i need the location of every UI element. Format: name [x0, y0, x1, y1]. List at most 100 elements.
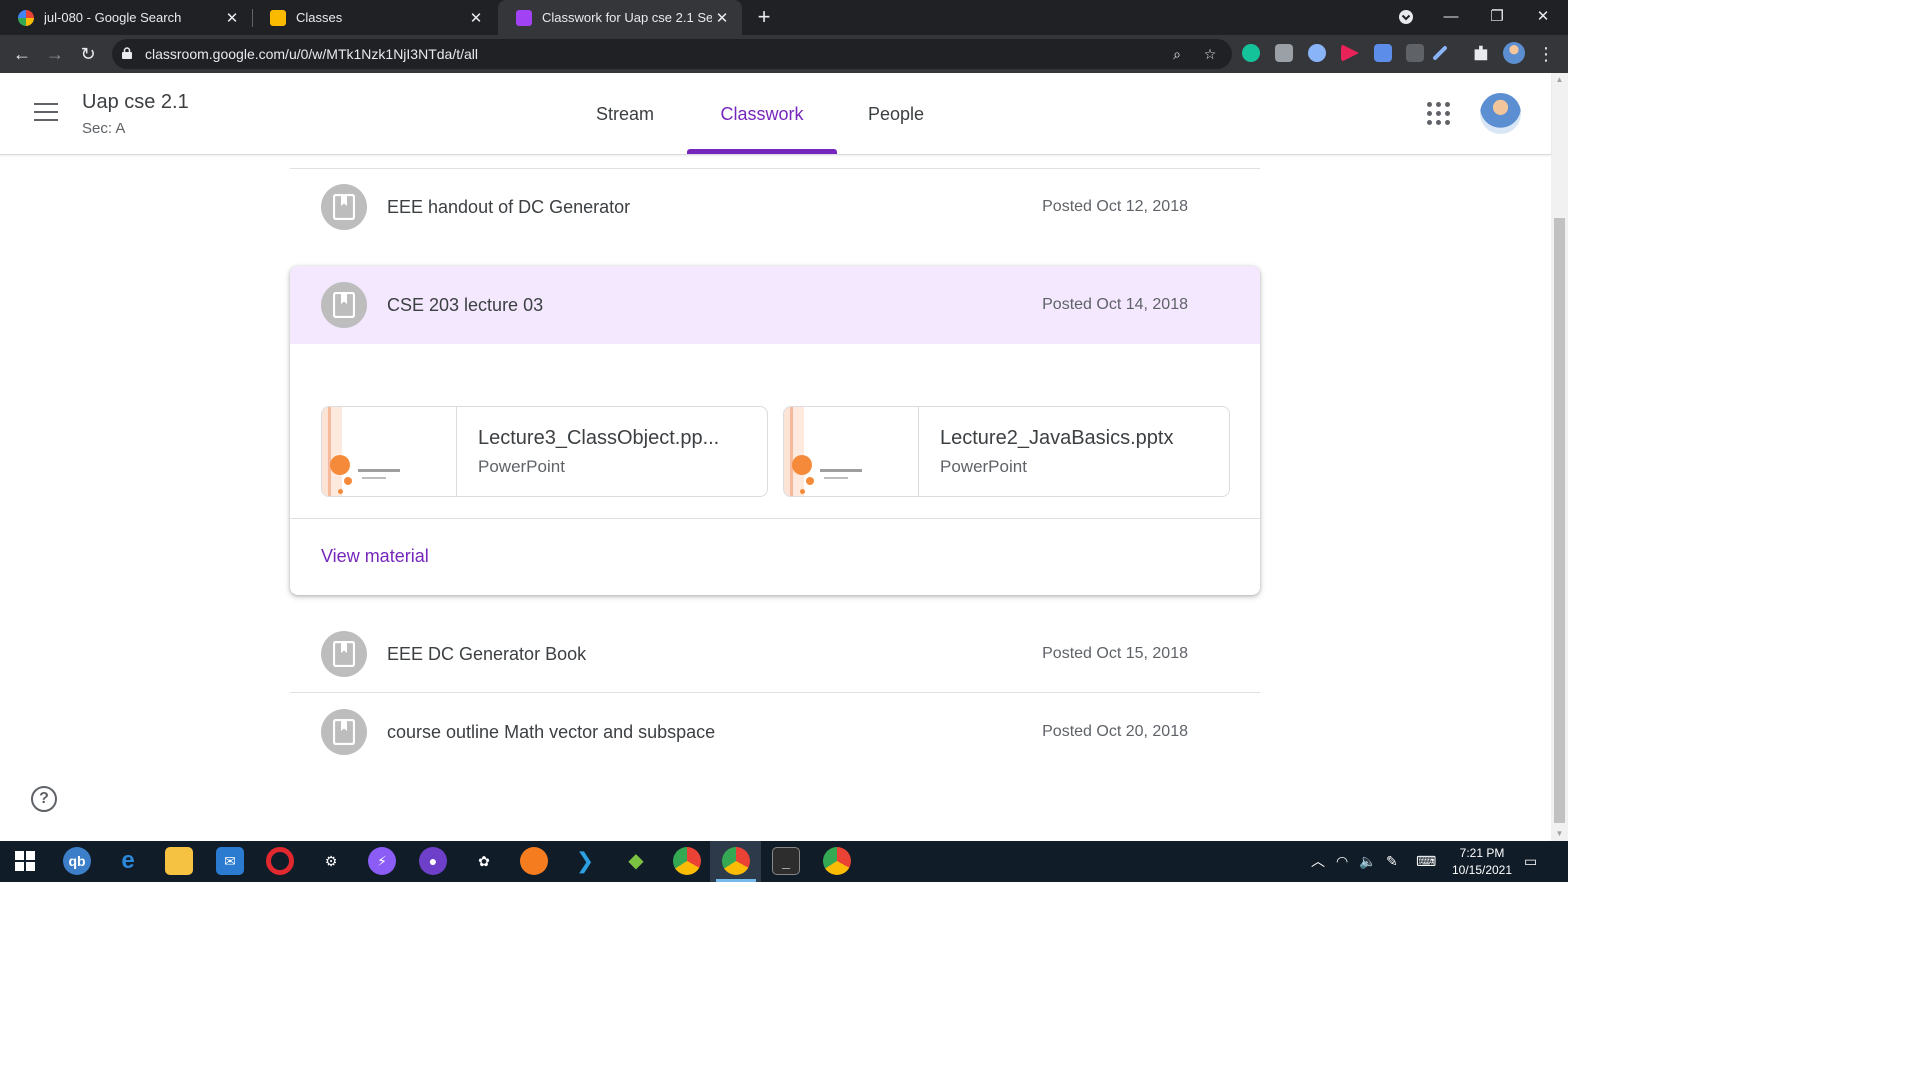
help-icon[interactable]: ? — [31, 786, 57, 812]
new-tab-button[interactable]: + — [752, 3, 776, 31]
classroom-header: Uap cse 2.1 Sec: A Stream Classwork Peop… — [0, 73, 1551, 155]
file-explorer-icon[interactable] — [165, 847, 193, 875]
posted-date: Posted Oct 12, 2018 — [1042, 198, 1188, 215]
firefox-icon[interactable] — [520, 847, 548, 875]
posted-date: Posted Oct 15, 2018 — [1042, 645, 1188, 662]
view-material-link[interactable]: View material — [321, 546, 429, 567]
active-tab-indicator — [687, 149, 837, 154]
posted-date: Posted Oct 20, 2018 — [1042, 723, 1188, 740]
material-title: EEE handout of DC Generator — [387, 197, 631, 217]
expanded-material-card: CSE 203 lecture 03 Posted Oct 14, 2018 L… — [290, 266, 1260, 595]
chrome-icon[interactable] — [673, 847, 701, 875]
material-icon — [321, 184, 367, 230]
reload-icon[interactable]: ↻ — [74, 40, 102, 68]
browser-tab-google-search[interactable]: jul-080 - Google Search ✕ — [0, 0, 252, 35]
qbittorrent-icon[interactable]: qb — [63, 847, 91, 875]
profile-avatar[interactable] — [1503, 42, 1525, 64]
page-scrollbar[interactable]: ▲ ▼ — [1551, 73, 1568, 841]
address-bar[interactable]: classroom.google.com/u/0/w/MTk1Nzk1NjI3N… — [112, 39, 1232, 69]
mail-icon[interactable]: ✉ — [216, 847, 244, 875]
scrollbar-thumb[interactable] — [1554, 218, 1565, 823]
terminal-icon[interactable]: _ — [772, 847, 800, 875]
vscode-icon[interactable]: ❯ — [571, 847, 599, 875]
volume-icon[interactable]: 🔈 — [1359, 841, 1376, 882]
tab-stream[interactable]: Stream — [575, 73, 675, 155]
notification-icon[interactable]: ▭ — [1524, 841, 1537, 882]
lock-icon — [122, 47, 132, 59]
chrome-icon[interactable] — [823, 847, 851, 875]
scroll-down-icon[interactable]: ▼ — [1551, 827, 1568, 841]
keyboard-icon[interactable]: ⌨ — [1416, 841, 1436, 882]
account-avatar[interactable] — [1480, 93, 1521, 134]
material-title: CSE 203 lecture 03 — [387, 295, 544, 315]
satellite-app-icon[interactable]: ⚙ — [317, 847, 345, 875]
active-app-indicator — [716, 879, 756, 882]
edge-icon[interactable]: e — [114, 847, 142, 875]
restore-icon[interactable]: ❐ — [1474, 0, 1520, 35]
material-icon — [321, 282, 367, 328]
messenger-icon[interactable]: ⚡ — [368, 847, 396, 875]
windows-start-icon[interactable] — [11, 847, 39, 875]
google-apps-icon[interactable] — [1427, 102, 1451, 126]
grammarly-icon[interactable] — [1242, 44, 1260, 62]
attachment-card[interactable]: Lecture2_JavaBasics.pptx PowerPoint — [783, 406, 1230, 497]
attachment-card[interactable]: Lecture3_ClassObject.pp... PowerPoint — [321, 406, 768, 497]
tab-people[interactable]: People — [851, 73, 941, 155]
material-title: EEE DC Generator Book — [387, 644, 587, 664]
extension-icon[interactable] — [1406, 44, 1424, 62]
material-item[interactable]: CSE 203 lecture 03 Posted Oct 14, 2018 — [290, 266, 1260, 344]
minimize-icon[interactable]: — — [1428, 0, 1474, 35]
material-icon — [321, 709, 367, 755]
show-hidden-icons[interactable]: ︿ — [1311, 841, 1325, 882]
tab-title: jul-080 - Google Search — [44, 10, 182, 25]
classwork-list: EEE handout of DC Generator Posted Oct 1… — [0, 155, 1551, 841]
close-icon[interactable]: ✕ — [466, 9, 486, 27]
close-icon[interactable]: ✕ — [222, 9, 242, 27]
chrome-icon[interactable] — [722, 847, 750, 875]
material-title: course outline Math vector and subspace — [387, 722, 716, 742]
tab-title: Classes — [296, 10, 343, 25]
browser-tab-classes[interactable]: Classes ✕ — [252, 0, 496, 35]
tab-search-icon[interactable] — [1383, 0, 1429, 35]
forward-icon[interactable]: → — [41, 40, 69, 68]
divider — [290, 518, 1260, 519]
more-vert-icon[interactable]: ⋮ — [1532, 40, 1560, 68]
classroom-icon — [516, 9, 532, 26]
class-title[interactable]: Uap cse 2.1 — [82, 91, 189, 114]
play-extension-icon[interactable] — [1341, 44, 1359, 62]
pen-extension-icon[interactable] — [1432, 45, 1448, 61]
bookmark-star-icon[interactable]: ☆ — [1202, 46, 1218, 62]
menu-icon[interactable] — [34, 103, 58, 123]
system-clock[interactable]: 7:21 PM 10/15/2021 — [1446, 845, 1518, 879]
class-section: Sec: A — [82, 120, 126, 137]
close-icon[interactable]: ✕ — [712, 9, 732, 27]
tab-classwork[interactable]: Classwork — [687, 73, 837, 155]
browser-tab-classwork[interactable]: Classwork for Uap cse 2.1 Sec: A ✕ — [498, 0, 742, 35]
puzzle-icon[interactable] — [1474, 45, 1488, 61]
network-icon[interactable]: ◠ — [1336, 841, 1348, 882]
app-icon[interactable]: ◆ — [622, 847, 650, 875]
windows-taskbar: qb e ✉ ⚙ ⚡ ● ✿ ❯ ◆ _ ︿ ◠ 🔈 ✎ ⌨ 7:21 PM 1… — [0, 841, 1568, 882]
pen-icon[interactable]: ✎ — [1386, 841, 1398, 882]
material-item[interactable]: EEE DC Generator Book Posted Oct 15, 201… — [290, 615, 1260, 693]
paint-app-icon[interactable]: ✿ — [470, 847, 498, 875]
close-window-icon[interactable]: ✕ — [1520, 0, 1566, 35]
browser-tab-bar: jul-080 - Google Search ✕ Classes ✕ Clas… — [0, 0, 1568, 35]
zoom-icon[interactable]: ⌕ — [1169, 46, 1185, 62]
scroll-up-icon[interactable]: ▲ — [1551, 73, 1568, 87]
material-item[interactable]: course outline Math vector and subspace … — [290, 693, 1260, 771]
github-icon[interactable]: ● — [419, 847, 447, 875]
download-extension-icon[interactable] — [1374, 44, 1392, 62]
opera-icon[interactable] — [266, 847, 294, 875]
slide-thumbnail — [322, 407, 457, 496]
camera-icon[interactable] — [1275, 44, 1293, 62]
attachment-name: Lecture3_ClassObject.pp... — [478, 427, 720, 449]
url-text: classroom.google.com/u/0/w/MTk1Nzk1NjI3N… — [145, 46, 479, 62]
material-icon — [321, 631, 367, 677]
back-icon[interactable]: ← — [8, 40, 36, 68]
extension-icon[interactable] — [1308, 44, 1326, 62]
attachment-type: PowerPoint — [940, 457, 1027, 476]
clock-time: 7:21 PM — [1459, 846, 1505, 860]
material-item[interactable]: EEE handout of DC Generator Posted Oct 1… — [290, 168, 1260, 246]
attachment-name: Lecture2_JavaBasics.pptx — [940, 427, 1174, 449]
